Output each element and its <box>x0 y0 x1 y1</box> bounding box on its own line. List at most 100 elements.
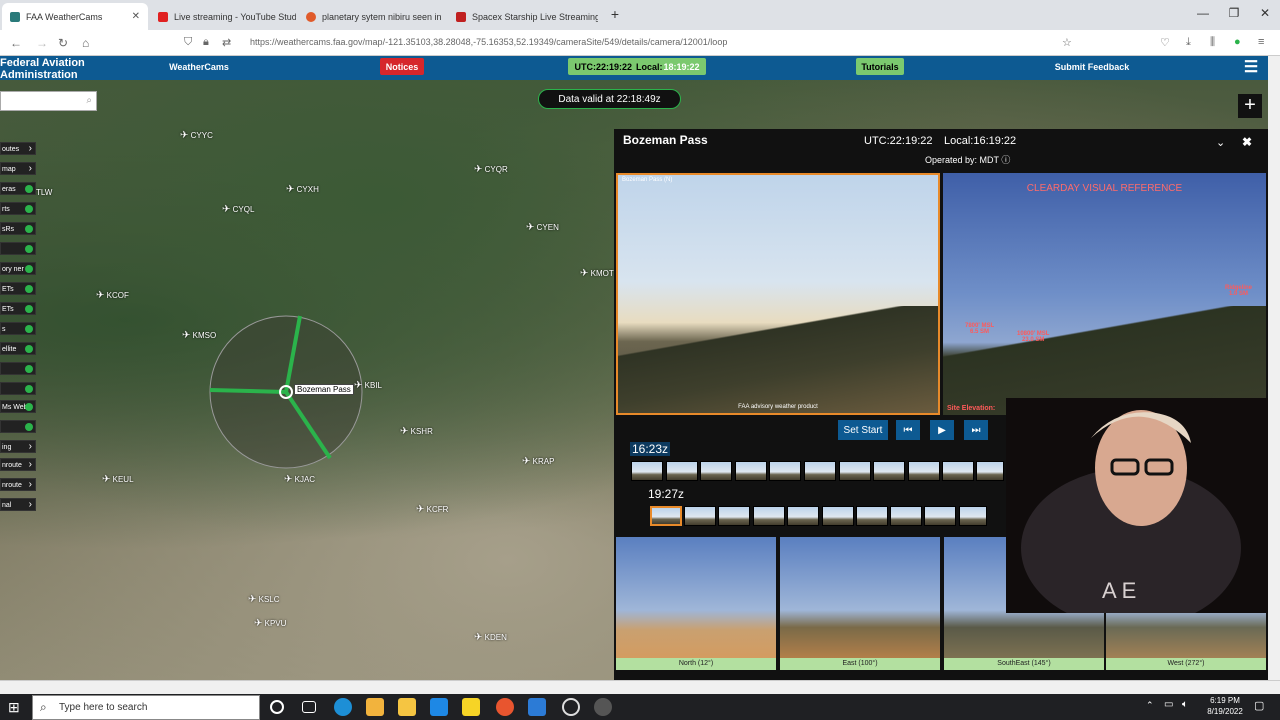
reload-icon[interactable]: ↻ <box>58 36 68 50</box>
airport-pin[interactable]: ✈ KMSO <box>182 330 216 341</box>
frame-thumbnail[interactable] <box>718 506 750 526</box>
download-icon[interactable]: ⤓ <box>1186 36 1191 49</box>
sidebar-item[interactable]: sRs <box>0 222 36 235</box>
frame-thumbnail[interactable] <box>856 506 888 526</box>
task-view-icon[interactable] <box>302 701 316 713</box>
sidebar-item[interactable]: ory ner <box>0 262 36 275</box>
submit-feedback-link[interactable]: Submit Feedback <box>1048 58 1136 75</box>
notices-button[interactable]: Notices <box>380 58 424 75</box>
airport-pin[interactable]: ✈ KBIL <box>354 380 382 391</box>
windows-start-icon[interactable]: ⊞ <box>8 699 20 716</box>
app-icon[interactable] <box>528 698 546 716</box>
tab-spacex[interactable]: Spacex Starship Live Streaming ✕ <box>448 3 598 30</box>
airport-pin[interactable]: ✈ CYYC <box>180 130 213 141</box>
frame-thumbnail[interactable] <box>873 461 905 481</box>
sidebar-item[interactable]: eras <box>0 182 36 195</box>
minimize-icon[interactable]: — <box>1188 6 1218 20</box>
map-search-input[interactable]: ⌕ <box>0 91 97 111</box>
clearday-reference-image[interactable]: CLEARDAY VISUAL REFERENCE 7800' MSL 6.5 … <box>943 173 1266 415</box>
play-icon[interactable]: ▶ <box>930 420 954 440</box>
url-input[interactable]: https://weathercams.faa.gov/map/-121.351… <box>250 37 727 47</box>
sticky-notes-icon[interactable] <box>462 698 480 716</box>
airport-pin[interactable]: ✈ CYEN <box>526 222 559 233</box>
frame-thumbnail[interactable] <box>700 461 732 481</box>
library-icon[interactable]: ⫼ <box>1210 36 1215 49</box>
sidebar-item[interactable] <box>0 382 36 395</box>
hamburger-menu-icon[interactable]: ☰ <box>1240 58 1262 76</box>
frame-thumbnail[interactable] <box>924 506 956 526</box>
tab-planetary[interactable]: planetary sytem nibiru seen in ... ✕ <box>298 3 444 30</box>
main-camera-image[interactable]: Bozeman Pass (N) FAA advisory weather pr… <box>616 173 940 415</box>
sidebar-item[interactable]: nal <box>0 498 36 511</box>
set-start-button[interactable]: Set Start <box>838 420 888 440</box>
frame-thumbnail-selected[interactable] <box>650 506 682 526</box>
taskbar-clock[interactable]: 6:19 PM 8/19/2022 <box>1200 695 1250 717</box>
search-icon[interactable]: ⌕ <box>86 95 92 106</box>
frame-thumbnail[interactable] <box>890 506 922 526</box>
sidebar-item[interactable] <box>0 362 36 375</box>
mail-icon[interactable] <box>430 698 448 716</box>
frame-thumbnail[interactable] <box>822 506 854 526</box>
sidebar-item[interactable]: map <box>0 162 36 175</box>
firefox-icon[interactable] <box>496 698 514 716</box>
volume-icon[interactable]: 🔈︎ <box>1182 699 1188 710</box>
close-tab-icon[interactable]: ✕ <box>132 11 140 22</box>
sidebar-item[interactable]: ing <box>0 440 36 453</box>
menu-icon[interactable]: ≡ <box>1258 36 1264 48</box>
airport-pin[interactable]: ✈ KJAC <box>284 474 315 485</box>
airport-pin[interactable]: ✈ KMOT <box>580 268 614 279</box>
sidebar-item[interactable]: ETs <box>0 282 36 295</box>
permissions-icon[interactable]: ⇄ <box>222 36 231 49</box>
close-panel-icon[interactable]: ✖ <box>1242 135 1252 149</box>
frame-thumbnail[interactable] <box>631 461 663 481</box>
store-icon[interactable] <box>366 698 384 716</box>
airport-pin[interactable]: ✈ KCFR <box>416 504 448 515</box>
cortana-icon[interactable] <box>270 700 284 714</box>
sidebar-item[interactable]: nroute <box>0 478 36 491</box>
sidebar-item[interactable]: outes <box>0 142 36 155</box>
airport-pin[interactable]: ✈ KSHR <box>400 426 433 437</box>
new-tab-button[interactable]: + <box>600 6 630 22</box>
tab-youtube-studio[interactable]: Live streaming - YouTube Studio ✕ <box>150 3 296 30</box>
info-icon[interactable]: ⓘ <box>1001 155 1010 165</box>
edge-icon[interactable] <box>334 698 352 716</box>
frame-thumbnail[interactable] <box>684 506 716 526</box>
frame-thumbnail[interactable] <box>839 461 871 481</box>
restore-icon[interactable]: ❐ <box>1219 6 1249 20</box>
west-arrow[interactable] <box>209 388 287 394</box>
frame-thumbnail[interactable] <box>787 506 819 526</box>
forward-icon[interactable]: → <box>36 36 48 50</box>
horizontal-scrollbar[interactable] <box>0 680 1280 694</box>
airport-pin[interactable]: ✈ KEUL <box>102 474 134 485</box>
tutorials-button[interactable]: Tutorials <box>856 58 904 75</box>
shield-icon[interactable]: ⛉ <box>184 36 192 49</box>
frame-thumbnail[interactable] <box>753 506 785 526</box>
airport-pin[interactable]: ✈ KPVU <box>254 618 286 629</box>
frame-thumbnail[interactable] <box>804 461 836 481</box>
bozeman-pass-label[interactable]: Bozeman Pass <box>294 384 354 395</box>
settings-gear-icon[interactable] <box>562 698 580 716</box>
sidebar-item[interactable]: rts <box>0 202 36 215</box>
network-icon[interactable]: ▭ <box>1164 699 1173 710</box>
frame-thumbnail[interactable] <box>959 506 987 526</box>
extension-icon[interactable]: ● <box>1234 36 1241 48</box>
system-tray-chevron-icon[interactable]: ⌃ <box>1146 700 1154 711</box>
sidebar-item[interactable] <box>0 420 36 433</box>
frame-thumbnail[interactable] <box>666 461 698 481</box>
sidebar-item[interactable] <box>0 242 36 255</box>
file-explorer-icon[interactable] <box>398 698 416 716</box>
skip-back-icon[interactable]: ⏮ <box>896 420 920 440</box>
airport-pin[interactable]: ✈ KDEN <box>474 632 507 643</box>
lock-icon[interactable]: 🔒︎ <box>203 36 209 49</box>
close-window-icon[interactable]: ✕ <box>1250 6 1280 20</box>
frame-thumbnail[interactable] <box>769 461 801 481</box>
airport-pin[interactable]: ✈ CYQR <box>474 164 508 175</box>
airport-pin[interactable]: ✈ KRAP <box>522 456 554 467</box>
bookmark-star-icon[interactable]: ☆ <box>1062 36 1072 49</box>
frame-thumbnail[interactable] <box>976 461 1004 481</box>
taskbar-search-input[interactable]: Type here to search <box>32 695 260 720</box>
skip-forward-icon[interactable]: ⏭ <box>964 420 988 440</box>
sidebar-item[interactable]: ETs <box>0 302 36 315</box>
vertical-scrollbar[interactable] <box>1268 56 1280 680</box>
view-east[interactable]: East (100°) <box>780 537 940 670</box>
